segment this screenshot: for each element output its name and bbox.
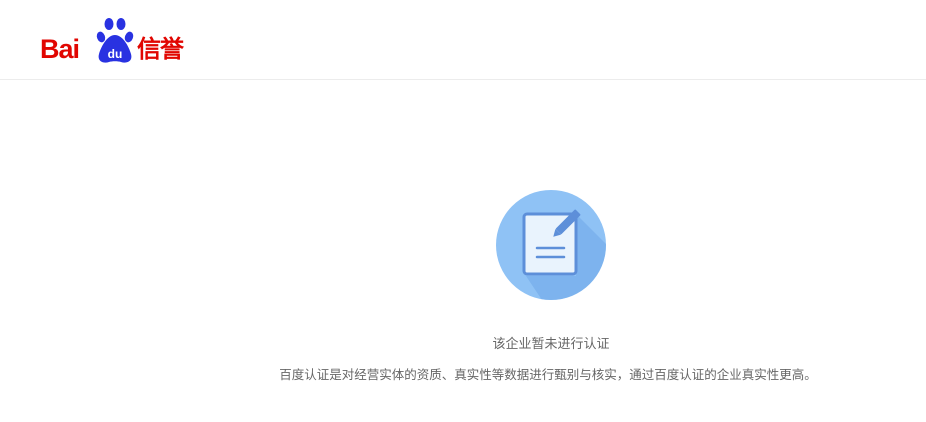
status-description: 百度认证是对经营实体的资质、真实性等数据进行甄别与核实，通过百度认证的企业真实性… [279,367,817,382]
main-content: 该企业暂未进行认证 百度认证是对经营实体的资质、真实性等数据进行甄别与核实，通过… [0,80,926,422]
logo-du-text: du [108,47,123,61]
logo-xinyu-text: 信誉 [137,35,184,63]
baidu-xinyu-logo[interactable]: Bai du 信誉 [40,14,200,66]
document-edit-icon [496,190,606,300]
logo-bai-text: Bai [40,34,80,64]
status-title: 该企业暂未进行认证 [492,337,610,352]
paw-icon: du [96,18,134,63]
top-header: Bai du 信誉 [0,0,926,80]
